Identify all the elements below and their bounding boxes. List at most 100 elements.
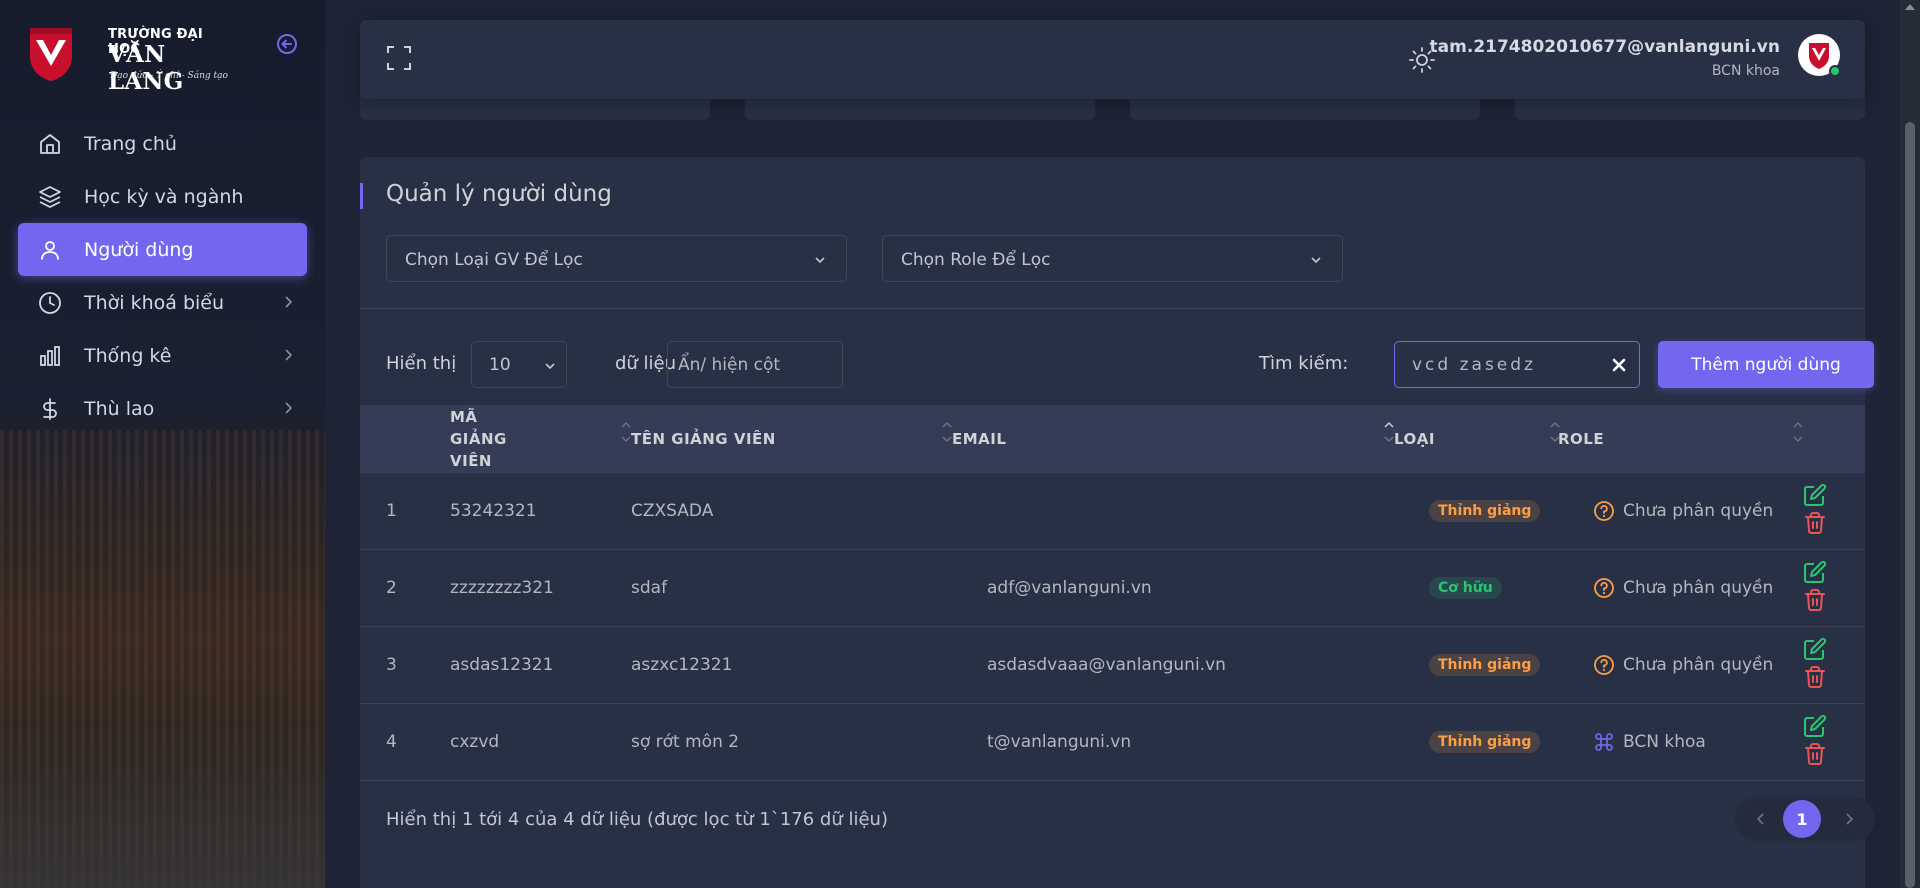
command-icon	[1595, 733, 1613, 751]
user-icon	[36, 236, 64, 264]
sidebar-item-label: Thống kê	[84, 344, 172, 367]
search-input[interactable]: vcd zasedz	[1394, 341, 1640, 388]
user-role: BCN khoa	[1711, 63, 1780, 79]
sidebar-item-label: Thời khoá biểu	[84, 291, 225, 314]
layers-icon	[36, 183, 64, 211]
sidebar-item-label: Thù lao	[84, 397, 155, 420]
divider	[360, 308, 1865, 309]
page-scrollbar[interactable]	[1900, 0, 1920, 888]
chevron-right-icon[interactable]	[1841, 811, 1857, 827]
column-header-name[interactable]: TÊN GIẢNG VIÊN	[631, 405, 776, 473]
type-badge: Cơ hữu	[1429, 577, 1502, 599]
page-1-button[interactable]: 1	[1783, 800, 1821, 838]
page-length-select[interactable]: 10	[471, 341, 567, 388]
filter-type-placeholder: Chọn Loại GV Để Lọc	[405, 250, 583, 270]
add-user-label: Thêm người dùng	[1691, 354, 1841, 375]
sidebar-item-statistics[interactable]: Thống kê	[18, 329, 307, 382]
shield-logo-icon	[30, 28, 72, 81]
collapse-sidebar-icon[interactable]	[276, 33, 298, 55]
sidebar-item-home[interactable]: Trang chủ	[18, 117, 307, 170]
lecturer-code: zzzzzzzz321	[450, 578, 554, 598]
user-management-card: Quản lý người dùng Chọn Loại GV Để Lọc C…	[360, 157, 1875, 888]
column-header-role[interactable]: ROLE	[1558, 405, 1604, 473]
lecturer-email: asdasdvaaa@vanlanguni.vn	[987, 655, 1226, 675]
trash-icon[interactable]	[1803, 742, 1827, 766]
fullscreen-icon[interactable]	[386, 45, 412, 71]
chevron-down-icon	[815, 257, 825, 264]
column-visibility-label: Ẩn/ hiện cột	[678, 355, 781, 375]
row-actions	[1803, 560, 1827, 616]
filter-type-select[interactable]: Chọn Loại GV Để Lọc	[386, 235, 847, 282]
column-header-email[interactable]: EMAIL	[952, 405, 1006, 473]
lecturer-name: aszxc12321	[631, 655, 733, 675]
lecturer-name: CZXSADA	[631, 501, 714, 521]
edit-icon[interactable]	[1803, 714, 1827, 738]
online-status-dot	[1829, 65, 1841, 77]
sort-icon[interactable]	[1792, 419, 1804, 445]
title-accent-bar	[360, 183, 363, 209]
filter-role-select[interactable]: Chọn Role Để Lọc	[882, 235, 1343, 282]
type-badge: Thỉnh giảng	[1429, 731, 1541, 753]
brand-logo[interactable]: TRƯỜNG ĐẠI HỌC VĂN LANG Đạo đức - Ý chí …	[28, 26, 228, 95]
sidebar-item-users[interactable]: Người dùng	[18, 223, 307, 276]
pagination: 1	[1735, 797, 1875, 841]
filter-role-placeholder: Chọn Role Để Lọc	[901, 250, 1051, 270]
chevron-right-icon	[285, 349, 293, 361]
chevron-left-icon[interactable]	[1753, 811, 1769, 827]
clear-search-icon[interactable]	[1612, 358, 1626, 372]
chevron-down-icon	[545, 363, 555, 370]
row-actions	[1803, 637, 1827, 693]
trash-icon[interactable]	[1803, 511, 1827, 535]
role-label: BCN khoa	[1623, 732, 1706, 752]
table-info: Hiển thị 1 tới 4 của 4 dữ liệu (được lọc…	[386, 809, 888, 830]
bar-chart-icon	[36, 342, 64, 370]
avatar[interactable]	[1798, 34, 1841, 77]
sidebar-item-timetable[interactable]: Thời khoá biểu	[18, 276, 307, 329]
scroll-thumb[interactable]	[1905, 122, 1915, 888]
help-circle-icon	[1594, 578, 1614, 598]
chevron-right-icon	[285, 402, 293, 414]
trash-icon[interactable]	[1803, 665, 1827, 689]
role-label: Chưa phân quyền	[1623, 655, 1774, 675]
lecturer-code: 53242321	[450, 501, 537, 521]
table-row: 3 asdas12321 aszxc12321 asdasdvaaa@vanlangu…	[360, 627, 1865, 704]
type-badge: Thỉnh giảng	[1429, 500, 1541, 522]
sidebar-item-remuneration[interactable]: Thù lao	[18, 382, 307, 435]
lecturer-email: t@vanlanguni.vn	[987, 732, 1132, 752]
scroll-up-arrow[interactable]	[1905, 4, 1915, 10]
page-length-value: 10	[489, 355, 511, 375]
type-badge: Thỉnh giảng	[1429, 654, 1541, 676]
sidebar-item-label: Trang chủ	[84, 132, 177, 155]
column-visibility-button[interactable]: Ẩn/ hiện cột	[667, 341, 843, 388]
row-actions	[1803, 714, 1827, 770]
trash-icon[interactable]	[1803, 588, 1827, 612]
search-value: vcd zasedz	[1412, 355, 1536, 375]
table-header: MÃ GIẢNG VIÊN TÊN GIẢNG VIÊN EMAIL LOẠI …	[360, 405, 1865, 473]
help-circle-icon	[1594, 501, 1614, 521]
add-user-button[interactable]: Thêm người dùng	[1658, 341, 1874, 388]
lecturer-name: sợ rớt môn 2	[631, 732, 740, 752]
row-number: 2	[386, 578, 397, 598]
row-number: 3	[386, 655, 397, 675]
chevron-right-icon	[285, 296, 293, 308]
edit-icon[interactable]	[1803, 560, 1827, 584]
lecturer-email: adf@vanlanguni.vn	[987, 578, 1152, 598]
table-row: 2 zzzzzzzz321 sdaf adf@vanlanguni.vn Cơ hữu C…	[360, 550, 1865, 627]
edit-icon[interactable]	[1803, 637, 1827, 661]
top-navbar: tam.2174802010677@vanlanguni.vn BCN khoa	[360, 20, 1865, 99]
row-actions	[1803, 483, 1827, 539]
sidebar-item-label: Người dùng	[84, 238, 194, 261]
column-header-code[interactable]: MÃ GIẢNG VIÊN	[450, 405, 520, 473]
show-label: Hiển thị	[386, 353, 457, 374]
main-content: tam.2174802010677@vanlanguni.vn BCN khoa…	[325, 0, 1920, 888]
sidebar-item-semester-major[interactable]: Học kỳ và ngành	[18, 170, 307, 223]
search-label: Tìm kiếm:	[1259, 353, 1349, 374]
column-header-type[interactable]: LOẠI	[1394, 405, 1435, 473]
lecturer-name: sdaf	[631, 578, 668, 598]
role-label: Chưa phân quyền	[1623, 578, 1774, 598]
edit-icon[interactable]	[1803, 483, 1827, 507]
dollar-icon	[36, 395, 64, 423]
sidebar-item-label: Học kỳ và ngành	[84, 185, 244, 208]
lecturer-code: asdas12321	[450, 655, 554, 675]
chevron-down-icon	[1311, 257, 1321, 264]
